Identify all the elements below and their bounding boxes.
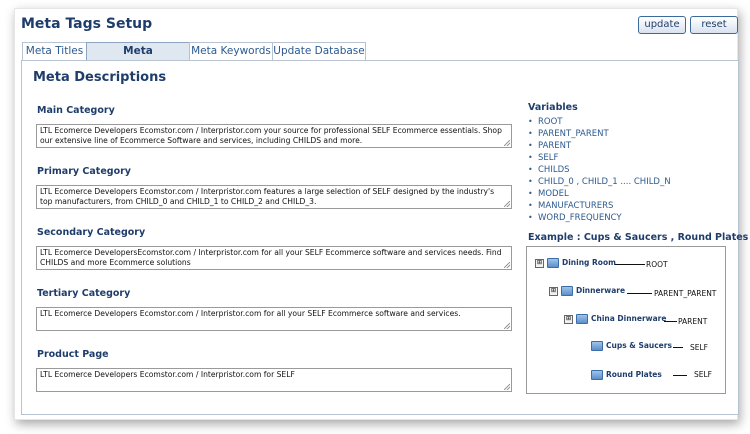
tab-meta-keywords[interactable]: Meta Keywords bbox=[189, 42, 273, 60]
variable-label: ROOT bbox=[538, 117, 563, 127]
variable-label: MODEL bbox=[538, 189, 569, 199]
tree-role-label: ROOT bbox=[646, 260, 668, 269]
list-item: • CHILD_0 , CHILD_1 .... CHILD_N bbox=[528, 176, 671, 188]
resize-handle-icon[interactable] bbox=[504, 201, 510, 207]
update-button[interactable]: update bbox=[638, 16, 686, 34]
bullet-icon: • bbox=[528, 201, 533, 210]
tree-role-label: PARENT_PARENT bbox=[654, 289, 717, 298]
product-page-label: Product Page bbox=[37, 349, 109, 360]
list-item: • CHILDS bbox=[528, 164, 671, 176]
bullet-icon: • bbox=[528, 189, 533, 198]
tab-update-database[interactable]: Update Database bbox=[272, 42, 366, 60]
list-item: • PARENT bbox=[528, 140, 671, 152]
tertiary-category-text: LTL Ecomerce Developers Ecomstor.com / I… bbox=[40, 309, 461, 318]
tertiary-category-textarea[interactable]: LTL Ecomerce Developers Ecomstor.com / I… bbox=[36, 307, 512, 331]
tree-node-dining-room: ⊞ Dining Room bbox=[535, 258, 616, 268]
variable-label: MANUFACTURERS bbox=[538, 201, 614, 211]
tree-node-dinnerware: ⊞ Dinnerware bbox=[549, 286, 625, 296]
bullet-icon: • bbox=[528, 117, 533, 126]
product-page-textarea[interactable]: LTL Ecomerce Developers Ecomstor.com / I… bbox=[36, 368, 512, 392]
primary-category-label: Primary Category bbox=[37, 166, 131, 177]
bullet-icon: • bbox=[528, 129, 533, 138]
resize-handle-icon[interactable] bbox=[504, 140, 510, 146]
variables-title: Variables bbox=[528, 102, 578, 113]
tree-node-label: Cups & Saucers bbox=[606, 341, 672, 350]
folder-icon bbox=[576, 314, 588, 324]
connector-line bbox=[673, 347, 683, 348]
main-category-label: Main Category bbox=[37, 105, 115, 116]
resize-handle-icon[interactable] bbox=[504, 262, 510, 268]
expand-icon[interactable]: ⊞ bbox=[549, 286, 558, 296]
folder-icon bbox=[591, 341, 603, 351]
app-title: Meta Tags Setup bbox=[21, 16, 153, 32]
variables-list: • ROOT • PARENT_PARENT • PARENT • SELF • CHIL… bbox=[528, 116, 671, 224]
list-item: • ROOT bbox=[528, 116, 671, 128]
list-item: • WORD_FREQUENCY bbox=[528, 212, 671, 224]
expand-icon[interactable]: ⊞ bbox=[535, 258, 544, 268]
variable-label: SELF bbox=[538, 153, 559, 163]
main-category-text: LTL Ecomerce Developers Ecomstor.com / I… bbox=[40, 126, 502, 145]
primary-category-textarea[interactable]: LTL Ecomerce Developers Ecomstor.com / I… bbox=[36, 185, 512, 209]
bullet-icon: • bbox=[528, 213, 533, 222]
tree-role-label: PARENT bbox=[678, 317, 708, 326]
tab-meta-descriptions[interactable]: Meta Descriptions bbox=[86, 42, 190, 74]
example-tree: ⊞ Dining Room ROOT ⊞ Dinnerware PARENT_PAR… bbox=[526, 246, 726, 394]
bullet-icon: • bbox=[528, 153, 533, 162]
variable-label: WORD_FREQUENCY bbox=[538, 213, 622, 223]
tab-meta-titles[interactable]: Meta Titles bbox=[22, 42, 87, 60]
tree-node-round-plates: Round Plates bbox=[591, 370, 662, 380]
bullet-icon: • bbox=[528, 165, 533, 174]
folder-icon bbox=[591, 370, 603, 380]
secondary-category-textarea[interactable]: LTL Ecomerce DevelopersEcomstor.com / In… bbox=[36, 246, 512, 270]
variable-label: CHILDS bbox=[538, 165, 570, 175]
page-title: Meta Descriptions bbox=[33, 70, 167, 85]
main-category-textarea[interactable]: LTL Ecomerce Developers Ecomstor.com / I… bbox=[36, 124, 512, 148]
primary-category-text: LTL Ecomerce Developers Ecomstor.com / I… bbox=[40, 187, 495, 206]
connector-line bbox=[615, 264, 645, 265]
bullet-icon: • bbox=[528, 141, 533, 150]
secondary-category-label: Secondary Category bbox=[37, 227, 146, 238]
connector-line bbox=[627, 293, 652, 294]
resize-handle-icon[interactable] bbox=[504, 384, 510, 390]
tree-node-cups-saucers: Cups & Saucers bbox=[591, 341, 672, 351]
secondary-category-text: LTL Ecomerce DevelopersEcomstor.com / In… bbox=[40, 248, 502, 267]
reset-button[interactable]: reset bbox=[690, 16, 738, 34]
bullet-icon: • bbox=[528, 177, 533, 186]
tree-node-label: Dining Room bbox=[562, 258, 616, 267]
variable-label: PARENT bbox=[538, 141, 572, 151]
folder-icon bbox=[547, 258, 559, 268]
tertiary-category-label: Tertiary Category bbox=[37, 288, 131, 299]
folder-icon bbox=[561, 286, 573, 296]
resize-handle-icon[interactable] bbox=[504, 323, 510, 329]
tree-node-china-dinnerware: ⊞ China Dinnerware bbox=[564, 314, 666, 324]
tree-node-label: Dinnerware bbox=[576, 286, 626, 295]
product-page-text: LTL Ecomerce Developers Ecomstor.com / I… bbox=[40, 370, 295, 379]
variable-label: PARENT_PARENT bbox=[538, 129, 609, 139]
tree-role-label: SELF bbox=[690, 343, 708, 352]
example-title: Example : Cups & Saucers , Round Plates bbox=[528, 232, 749, 243]
list-item: • SELF bbox=[528, 152, 671, 164]
connector-line bbox=[673, 375, 687, 376]
tree-node-label: China Dinnerware bbox=[591, 314, 667, 323]
list-item: • MODEL bbox=[528, 188, 671, 200]
list-item: • MANUFACTURERS bbox=[528, 200, 671, 212]
list-item: • PARENT_PARENT bbox=[528, 128, 671, 140]
connector-line bbox=[664, 321, 677, 322]
tree-node-label: Round Plates bbox=[606, 370, 662, 379]
expand-icon[interactable]: ⊞ bbox=[564, 314, 573, 324]
tree-role-label: SELF bbox=[694, 370, 712, 379]
variable-label: CHILD_0 , CHILD_1 .... CHILD_N bbox=[538, 177, 671, 187]
